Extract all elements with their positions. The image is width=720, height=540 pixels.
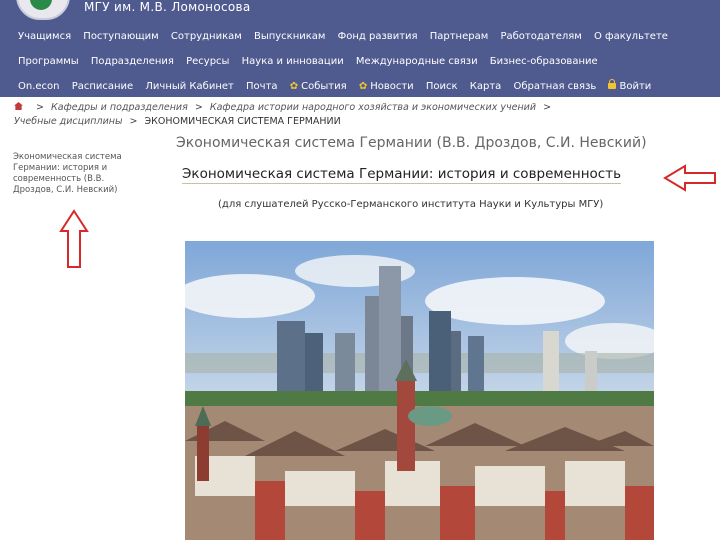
frankfurt-skyline-image xyxy=(185,241,654,540)
breadcrumb-disciplines[interactable]: Учебные дисциплины xyxy=(14,116,122,127)
nav-item-applicants[interactable]: Поступающим xyxy=(83,31,158,42)
nav-item-resources[interactable]: Ресурсы xyxy=(186,56,229,67)
nav-item-login[interactable]: Войти xyxy=(619,81,651,92)
msu-logo[interactable] xyxy=(16,0,70,20)
site-header: МГУ им. М.В. Ломоносова Учащимся Поступа… xyxy=(0,0,720,97)
nav-item-development-fund[interactable]: Фонд развития xyxy=(338,31,418,42)
nav-item-partners[interactable]: Партнерам xyxy=(430,31,489,42)
nav-item-mail[interactable]: Почта xyxy=(246,81,278,92)
nav-item-feedback[interactable]: Обратная связь xyxy=(513,81,596,92)
university-title[interactable]: МГУ им. М.В. Ломоносова xyxy=(84,0,251,14)
sidebar-course-link[interactable]: Экономическая система Германии: история … xyxy=(13,152,143,196)
home-icon[interactable] xyxy=(14,102,23,110)
breadcrumb-current: ЭКОНОМИЧЕСКАЯ СИСТЕМА ГЕРМАНИИ xyxy=(144,116,341,127)
breadcrumb-chair[interactable]: Кафедра истории народного хозяйства и эк… xyxy=(210,102,536,113)
nav-item-events[interactable]: События xyxy=(301,81,347,92)
nav-item-onecon[interactable]: On.econ xyxy=(18,81,60,92)
lock-icon xyxy=(608,79,617,89)
nav-item-schedule[interactable]: Расписание xyxy=(72,81,134,92)
nav-row-utility: On.econ Расписание Личный Кабинет Почта … xyxy=(18,79,710,92)
events-icon: ✿ xyxy=(289,81,299,92)
breadcrumb-departments[interactable]: Кафедры и подразделения xyxy=(51,102,188,113)
nav-item-science[interactable]: Наука и инновации xyxy=(242,56,344,67)
audience-note: (для слушателей Русско-Германского инсти… xyxy=(218,199,604,210)
nav-item-cabinet[interactable]: Личный Кабинет xyxy=(145,81,233,92)
breadcrumb: > Кафедры и подразделения > Кафедра исто… xyxy=(14,102,552,127)
course-title-link[interactable]: Экономическая система Германии: история … xyxy=(182,166,622,184)
nav-item-students[interactable]: Учащимся xyxy=(18,31,71,42)
nav-item-staff[interactable]: Сотрудникам xyxy=(171,31,242,42)
page-title: Экономическая система Германии (В.В. Дро… xyxy=(176,135,647,151)
nav-item-departments[interactable]: Подразделения xyxy=(91,56,174,67)
red-arrow-up-icon xyxy=(59,209,89,268)
nav-item-news[interactable]: Новости xyxy=(370,81,413,92)
red-arrow-left-icon xyxy=(663,164,716,192)
nav-item-programs[interactable]: Программы xyxy=(18,56,79,67)
nav-item-alumni[interactable]: Выпускникам xyxy=(254,31,326,42)
nav-item-about[interactable]: О факультете xyxy=(594,31,668,42)
nav-row-secondary: Программы Подразделения Ресурсы Наука и … xyxy=(18,56,710,67)
nav-item-international[interactable]: Международные связи xyxy=(356,56,478,67)
nav-item-business-education[interactable]: Бизнес-образование xyxy=(490,56,598,67)
nav-item-employers[interactable]: Работодателям xyxy=(500,31,581,42)
nav-item-search[interactable]: Поиск xyxy=(426,81,458,92)
news-icon: ✿ xyxy=(358,81,368,92)
nav-item-map[interactable]: Карта xyxy=(470,81,502,92)
nav-row-primary: Учащимся Поступающим Сотрудникам Выпускн… xyxy=(18,31,710,42)
